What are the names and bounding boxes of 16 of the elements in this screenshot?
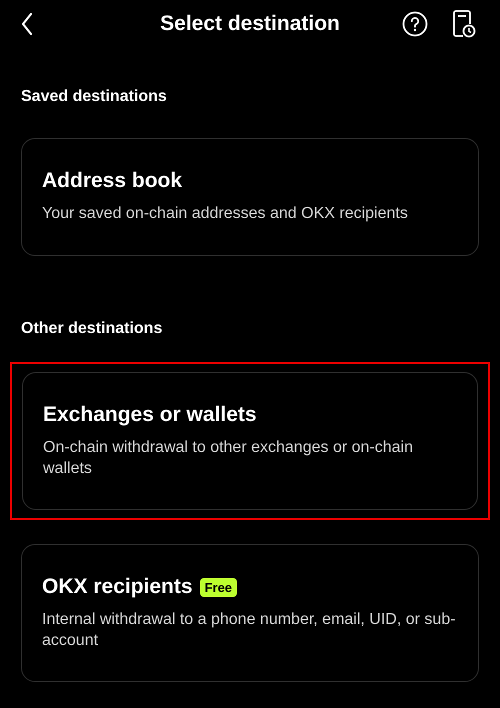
destination-card[interactable]: Address book Your saved on-chain addresses and OKX recipients (21, 138, 479, 256)
card-description: Internal withdrawal to a phone number, email, UID, or sub-account (42, 610, 457, 651)
section-title: Other destinations (20, 320, 164, 338)
card-description: On-chain withdrawal to other exchanges or on-chain wallets (43, 438, 414, 479)
page-title: Select destination (160, 12, 340, 36)
card-title: Address book (42, 169, 182, 193)
card-description: Your saved on-chain addresses and OKX recipients (42, 204, 409, 224)
history-icon[interactable] (452, 9, 476, 39)
card-title: Exchanges or wallets (43, 403, 257, 427)
destination-card[interactable]: OKX recipients Free Internal withdrawal to a phone number, email, UID, or sub-account (21, 544, 479, 682)
destination-card[interactable]: Exchanges or wallets On-chain withdrawal to other exchanges or on-chain wallets (22, 372, 478, 510)
help-icon[interactable] (402, 11, 428, 37)
back-icon[interactable] (20, 12, 34, 36)
section-title: Saved destinations (20, 88, 168, 106)
free-badge: Free (200, 578, 238, 596)
card-title: OKX recipients (42, 575, 193, 599)
